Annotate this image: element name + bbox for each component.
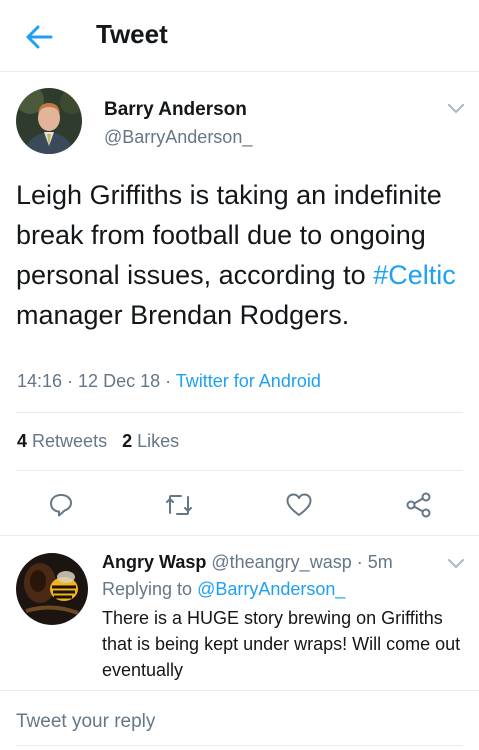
retweets-count: 4 (17, 431, 28, 451)
tweet-time: 14:16 (17, 371, 63, 391)
retweet-icon (166, 495, 192, 515)
tweet-date: 12 Dec 18 (78, 371, 161, 391)
replying-prefix: Replying to (102, 579, 198, 599)
arrow-left-icon (26, 25, 53, 49)
divider (16, 470, 463, 471)
reply-age: 5m (367, 552, 393, 572)
reply-header: Angry Wasp @theangry_wasp · 5m (102, 552, 393, 573)
reply-button[interactable] (46, 490, 76, 520)
tweet-text: Leigh Griffiths is taking an indefinite … (16, 175, 466, 335)
reply-avatar[interactable] (16, 553, 88, 625)
likes-count: 2 (122, 431, 133, 451)
reply-icon (50, 494, 72, 517)
author-handle[interactable]: @BarryAnderson_ (104, 127, 252, 148)
reply-input[interactable]: Tweet your reply (16, 711, 466, 733)
share-icon (406, 492, 431, 518)
tweet-actions (0, 484, 479, 524)
likes-label: Likes (137, 431, 180, 451)
reply-composer: Tweet your reply (0, 690, 479, 750)
reply-text: There is a HUGE story brewing on Griffit… (102, 608, 461, 680)
retweets-stat[interactable]: 4 Retweets (17, 431, 107, 452)
tweet-source-link[interactable]: Twitter for Android (176, 371, 321, 391)
retweet-button[interactable] (164, 490, 194, 520)
retweets-label: Retweets (32, 431, 108, 451)
likes-stat[interactable]: 2 Likes (122, 431, 179, 452)
reply-menu-button[interactable] (446, 557, 466, 571)
composer-underline (16, 745, 463, 746)
meta-separator: · (160, 371, 176, 391)
replying-to: Replying to @BarryAnderson_ (102, 579, 345, 600)
reply-author-handle[interactable]: @theangry_wasp (211, 552, 351, 572)
meta-separator: · (351, 552, 368, 572)
author-avatar[interactable] (16, 88, 82, 154)
like-button[interactable] (284, 490, 314, 520)
tweet-meta: 14:16 · 12 Dec 18 · Twitter for Android (17, 371, 321, 392)
tweet-menu-button[interactable] (446, 102, 466, 116)
like-icon (286, 493, 312, 516)
author-name[interactable]: Barry Anderson (104, 99, 247, 121)
back-button[interactable] (22, 20, 56, 54)
tweet-text-part: manager Brendan Rodgers. (16, 300, 350, 330)
tweet-stats: 4 Retweets 2 Likes (17, 431, 179, 452)
reply-author-name[interactable]: Angry Wasp (102, 552, 206, 572)
chevron-down-icon (448, 559, 464, 568)
meta-separator: · (62, 371, 79, 391)
hashtag-link[interactable]: #Celtic (373, 260, 456, 290)
replying-mention-link[interactable]: @BarryAnderson_ (197, 579, 345, 599)
chevron-down-icon (448, 104, 464, 113)
page-title: Tweet (96, 19, 168, 49)
reply-tweet[interactable]: Angry Wasp @theangry_wasp · 5m Replying … (0, 536, 479, 690)
top-bar: Tweet (0, 0, 479, 72)
divider (16, 412, 463, 413)
share-button[interactable] (404, 490, 434, 520)
